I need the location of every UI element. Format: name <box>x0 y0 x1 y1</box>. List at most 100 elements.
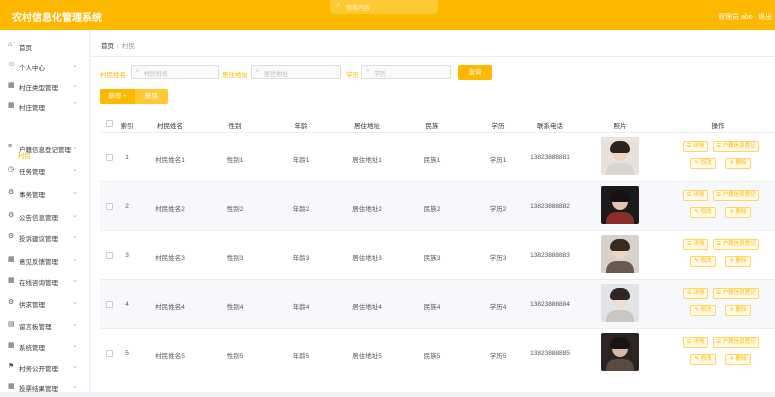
table-row: 4 村民姓名4 性别4 年龄4 居住地址4 民族4 学历4 13823888884 ☰ 详情 ☰ … <box>100 279 775 328</box>
detail-button[interactable]: ☰ 详情 <box>683 141 708 152</box>
edit-button[interactable]: ✎ 修改 <box>690 305 716 316</box>
row-checkbox[interactable] <box>106 350 113 357</box>
delete-button[interactable]: ✕ 删除 <box>725 158 751 169</box>
delete-button[interactable]: ✕ 删除 <box>725 354 751 365</box>
report-label: 户籍信息登记 <box>722 192 756 198</box>
sidebar-item[interactable]: ▦ 村庄管理 ⌃ <box>0 96 90 116</box>
sidebar-item[interactable]: ▦ 系统管理 ⌄ <box>0 336 90 356</box>
chevron-down-icon: ⌄ <box>72 144 78 151</box>
sidebar-item[interactable]: ⚙ 事务管理 ⌄ <box>0 183 90 203</box>
resident-photo <box>601 137 639 175</box>
chevron-down-icon: ⌄ <box>72 342 78 349</box>
filter-label-address: 居住地址 <box>222 72 248 79</box>
detail-button[interactable]: ☰ 详情 <box>683 337 708 348</box>
report-button[interactable]: ☰ 户籍信息登记 <box>713 337 759 348</box>
row-checkbox[interactable] <box>106 154 113 161</box>
row-checkbox[interactable] <box>106 301 113 308</box>
filter-input-education[interactable]: ⌕ 学历 <box>361 65 451 79</box>
delete-button[interactable]: ✕ 删除 <box>725 305 751 316</box>
report-button[interactable]: ☰ 户籍信息登记 <box>713 141 759 152</box>
search-icon: ⌕ <box>136 68 140 74</box>
edit-button[interactable]: ✎ 修改 <box>690 354 716 365</box>
column-header: 索引 <box>120 123 134 130</box>
sidebar-item[interactable]: ≡ 户籍信息登记管理 ⌄ <box>0 138 90 158</box>
grid-icon: ▦ <box>8 277 15 284</box>
column-header: 操作 <box>711 123 725 130</box>
filter-placeholder: 居住地址 <box>264 72 289 78</box>
sidebar-item-label: 个人中心 <box>19 65 45 72</box>
report-button[interactable]: ☰ 户籍信息登记 <box>713 190 759 201</box>
report-button[interactable]: ☰ 户籍信息登记 <box>713 288 759 299</box>
edit-button[interactable]: ✎ 修改 <box>690 256 716 267</box>
sidebar-item[interactable]: ⚙ 供求管理 ⌄ <box>0 293 90 313</box>
cell-age: 年龄5 <box>292 353 310 360</box>
select-all-checkbox[interactable] <box>106 120 113 127</box>
cell-gender: 性别5 <box>226 353 244 360</box>
logout-link[interactable]: 退出 <box>758 12 772 22</box>
cell-age: 年龄4 <box>292 304 310 311</box>
sidebar-item[interactable]: ▤ 留言板管理 ⌄ <box>0 315 90 335</box>
delete-label: 删除 <box>735 209 747 215</box>
sidebar-item-label: 首页 <box>19 45 32 52</box>
divider <box>91 56 775 57</box>
cell-ethnic: 民族3 <box>423 255 441 262</box>
grid-icon: ▦ <box>8 383 15 390</box>
report-button[interactable]: ☰ 户籍信息登记 <box>713 239 759 250</box>
column-header: 年龄 <box>294 123 308 130</box>
table-row: 2 村民姓名2 性别2 年龄2 居住地址2 民族2 学历2 13823888882 ☰ 详情 ☰ … <box>100 181 775 230</box>
cell-edu: 学历4 <box>489 304 507 311</box>
edit-button[interactable]: ✎ 修改 <box>690 207 716 218</box>
row-checkbox[interactable] <box>106 203 113 210</box>
batch-delete-button[interactable]: 删除 <box>135 89 168 104</box>
filter-input-address[interactable]: ⌕ 居住地址 <box>251 65 341 79</box>
app-title: 农村信息化管理系统 <box>12 13 102 24</box>
edit-label: 修改 <box>700 209 712 215</box>
detail-button[interactable]: ☰ 详情 <box>683 288 708 299</box>
cell-age: 年龄1 <box>292 157 310 164</box>
clock-icon: ◷ <box>8 166 15 173</box>
sidebar-item[interactable]: ▦ 在线咨询管理 ⌄ <box>0 271 90 291</box>
resident-photo <box>601 284 639 322</box>
top-search[interactable]: ⌕ 搜索内容 <box>330 0 438 14</box>
breadcrumb-separator: / <box>117 43 119 50</box>
detail-button[interactable]: ☰ 详情 <box>683 190 708 201</box>
delete-label: 删除 <box>735 160 747 166</box>
cell-address: 居住地址4 <box>352 304 382 311</box>
search-icon: ⌕ <box>366 68 370 74</box>
resident-photo <box>601 235 639 273</box>
sidebar-item[interactable]: ▦ 意见反馈管理 ⌄ <box>0 250 90 270</box>
search-icon: ⌕ <box>336 2 340 9</box>
gear-icon: ⚙ <box>8 189 15 196</box>
edit-button[interactable]: ✎ 修改 <box>690 158 716 169</box>
breadcrumb-home[interactable]: 首页 <box>101 43 114 50</box>
sidebar-item[interactable]: ⚙ 公告信息管理 ⌄ <box>0 206 90 226</box>
sidebar-item[interactable]: ⚑ 村务公开管理 ⌄ <box>0 357 90 377</box>
sidebar-item[interactable]: ⚙ 投诉建议管理 ⌄ <box>0 227 90 247</box>
detail-label: 详情 <box>693 290 705 296</box>
row-checkbox[interactable] <box>106 252 113 259</box>
grid-icon: ▦ <box>8 102 15 109</box>
filter-input-name[interactable]: ⌕ 村民姓名 <box>131 65 219 79</box>
table-row: 3 村民姓名3 性别3 年龄3 居住地址3 民族3 学历3 13823888883 ☰ 详情 ☰ … <box>100 230 775 279</box>
sidebar-item[interactable]: ☺ 个人中心 ⌄ <box>0 56 90 76</box>
add-button[interactable]: 新增 + <box>100 89 135 104</box>
detail-button[interactable]: ☰ 详情 <box>683 239 708 250</box>
query-button-label: 查询 <box>468 69 482 76</box>
chevron-down-icon: ⌄ <box>72 363 78 370</box>
current-user[interactable]: 管理员 abo <box>718 12 753 22</box>
report-label: 户籍信息登记 <box>722 290 756 296</box>
delete-button[interactable]: ✕ 删除 <box>725 207 751 218</box>
sidebar-item[interactable]: ⌂ 首页 <box>0 36 90 56</box>
gear-icon: ⚙ <box>8 233 15 240</box>
cell-ethnic: 民族5 <box>423 353 441 360</box>
sidebar-item[interactable]: ▦ 村庄类型管理 ⌄ <box>0 76 90 96</box>
query-button[interactable]: 查询 <box>458 65 492 80</box>
cell-gender: 性别1 <box>226 157 244 164</box>
sidebar-subitem-active[interactable]: 村民 <box>18 150 31 160</box>
delete-button[interactable]: ✕ 删除 <box>725 256 751 267</box>
breadcrumb: 首页 / 村民 <box>101 40 135 50</box>
sidebar-item-label: 村庄管理 <box>19 105 45 112</box>
column-header: 居住地址 <box>354 123 380 130</box>
sidebar-item[interactable]: ▦ 投票结果管理 ⌄ <box>0 377 90 397</box>
sidebar-item[interactable]: ◷ 任务管理 ⌄ <box>0 160 90 180</box>
